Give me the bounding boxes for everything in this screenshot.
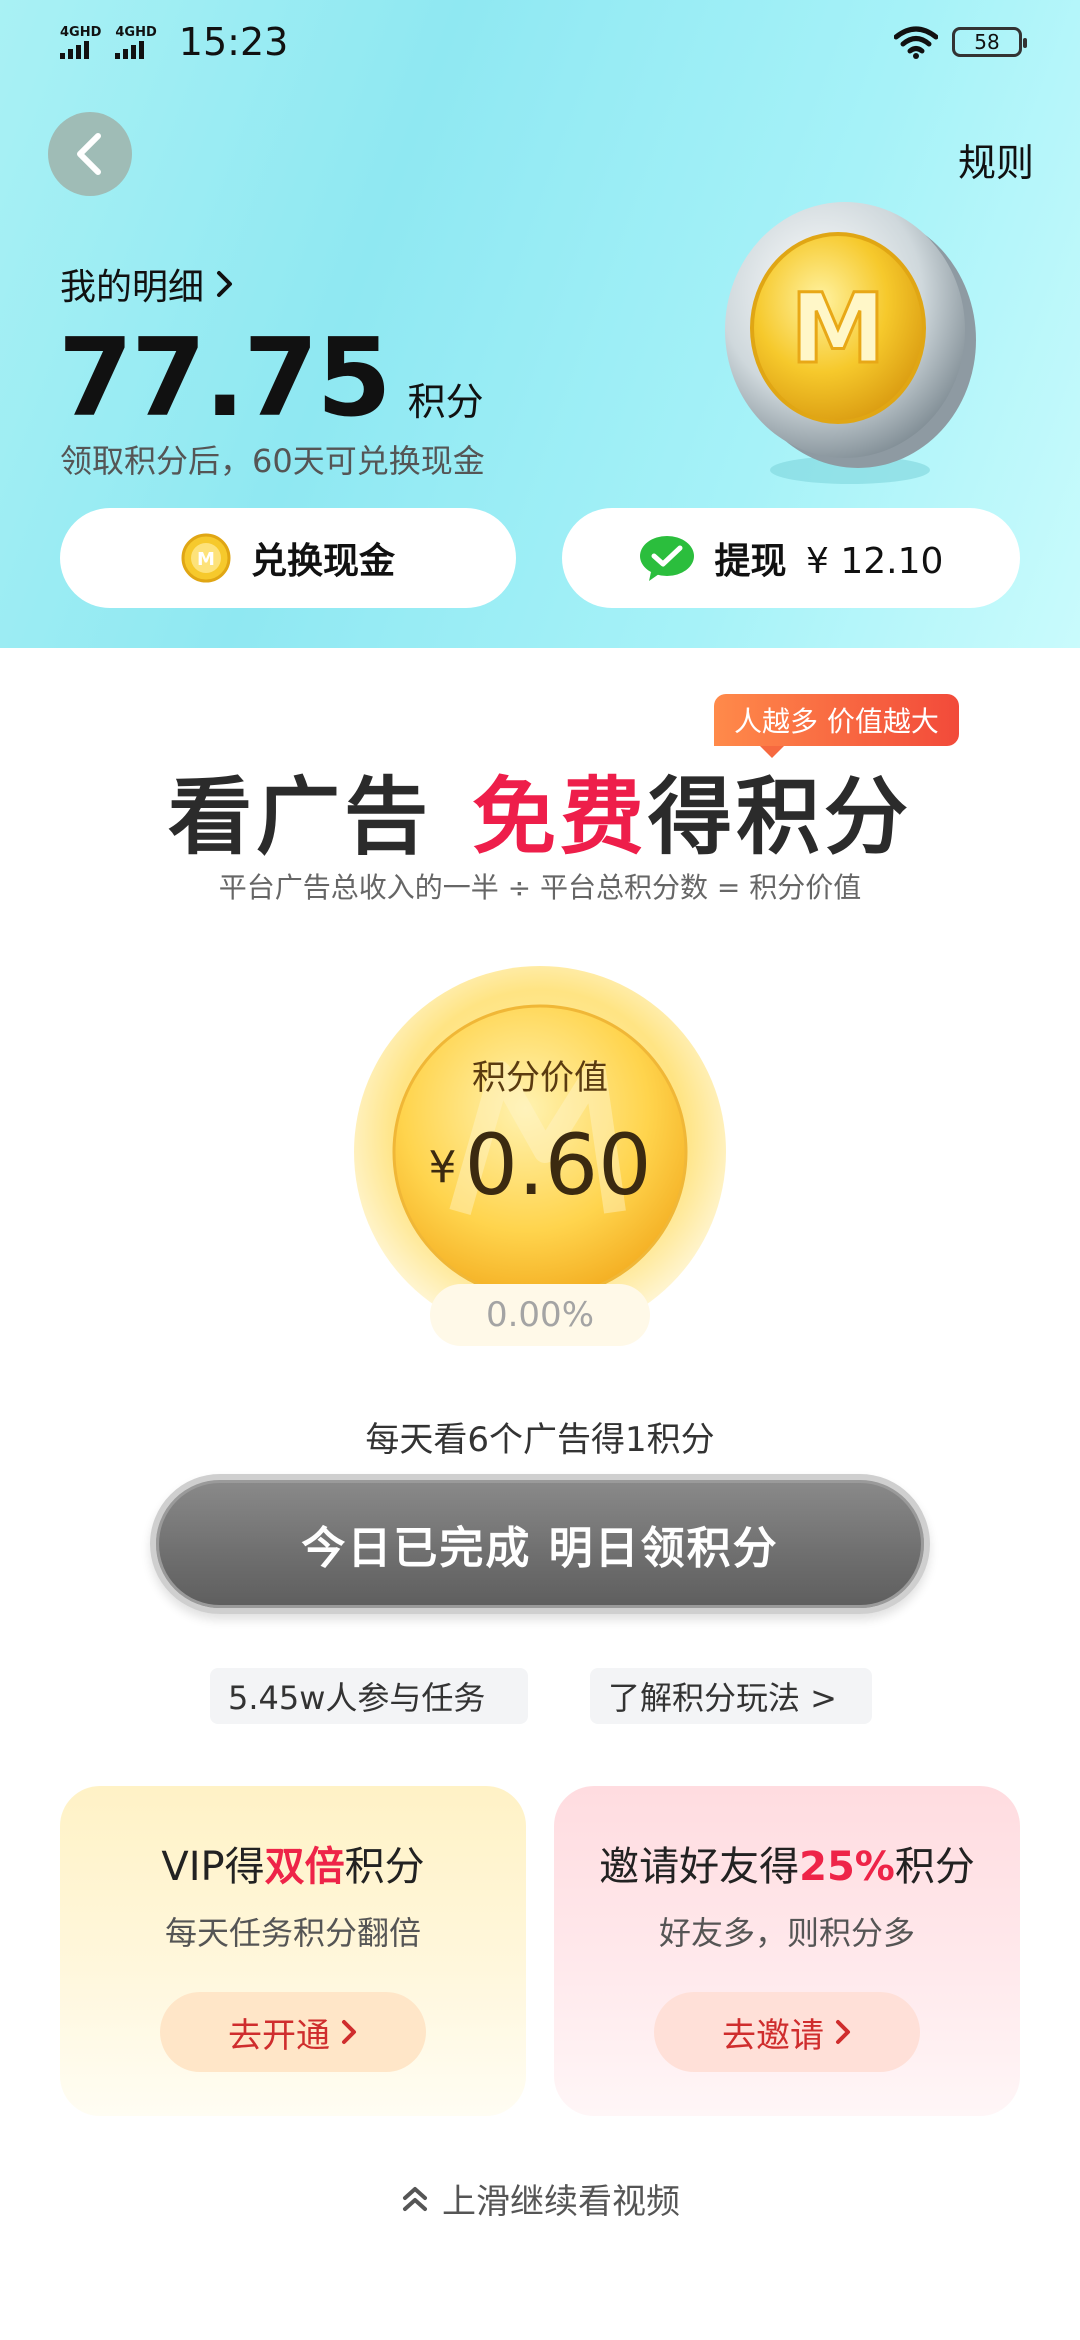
chevron-right-icon — [217, 271, 233, 297]
back-button[interactable] — [48, 112, 132, 196]
point-value-amount: ¥0.60 — [350, 1116, 730, 1214]
withdraw-amount: ¥ 12.10 — [806, 541, 944, 582]
invite-friends-button[interactable]: 去邀请 — [654, 1992, 920, 2072]
point-value-change: 0.00% — [430, 1284, 650, 1346]
invite-title-post: 积分 — [894, 1844, 975, 1890]
promo-badge: 人越多 价值越大 — [714, 694, 959, 758]
swipe-hint-label: 上滑继续看视频 — [442, 2182, 680, 2222]
invite-friends-label: 去邀请 — [722, 2015, 824, 2056]
points-note: 领取积分后，60天可兑换现金 — [60, 442, 485, 480]
invite-title-highlight: 25% — [799, 1844, 895, 1890]
svg-text:M: M — [197, 549, 215, 570]
chevron-right-icon — [836, 2020, 850, 2044]
point-value-label: 积分价值 — [472, 1058, 608, 1098]
swipe-up-hint[interactable]: 上滑继续看视频 — [0, 2174, 1080, 2223]
gold-coin-icon: M — [725, 202, 976, 484]
signal-2: 4GHD — [115, 24, 157, 59]
exchange-cash-label: 兑换现金 — [250, 541, 395, 582]
detail-link-label: 我的明细 — [60, 267, 205, 308]
participants-chip: 5.45w人参与任务 — [210, 1668, 528, 1724]
points-unit: 积分 — [407, 380, 484, 424]
battery-indicator: 58 — [952, 27, 1027, 57]
network-label: 4GHD — [60, 24, 102, 40]
status-time: 15:23 — [178, 20, 289, 64]
signal-bars-icon — [115, 40, 145, 59]
vip-title-pre: VIP得 — [161, 1844, 265, 1890]
exchange-cash-button[interactable]: M 兑换现金 — [60, 508, 516, 608]
currency-symbol: ¥ — [428, 1142, 457, 1193]
daily-rule-text: 每天看6个广告得1积分 — [365, 1420, 715, 1460]
headline-part2: 得积分 — [648, 768, 913, 866]
wifi-icon — [894, 26, 938, 59]
points-value: 77.75 — [58, 316, 392, 441]
status-bar: 4GHD 4GHD 15:23 58 — [0, 0, 1080, 84]
invite-promo-title: 邀请好友得25%积分 — [554, 1834, 1020, 1892]
chevron-right-icon — [342, 2020, 356, 2044]
vip-promo-title: VIP得双倍积分 — [60, 1834, 526, 1892]
vip-title-post: 积分 — [344, 1844, 425, 1890]
vip-title-highlight: 双倍 — [264, 1844, 345, 1890]
network-label: 4GHD — [115, 24, 157, 40]
double-chevron-up-icon — [403, 2186, 427, 2211]
headline-part1: 看广告 — [167, 768, 432, 866]
withdraw-label: 提现 — [714, 541, 787, 582]
value-formula: 平台广告总收入的一半 ÷ 平台总积分数 = 积分价值 — [218, 871, 862, 904]
vip-promo-card[interactable]: VIP得双倍积分 每天任务积分翻倍 去开通 — [60, 1786, 526, 2116]
wechat-icon — [639, 536, 694, 581]
vip-promo-subtitle: 每天任务积分翻倍 — [164, 1914, 421, 1952]
points-balance: 77.75 积分 — [58, 316, 484, 441]
invite-promo-card[interactable]: 邀请好友得25%积分 好友多，则积分多 去邀请 — [554, 1786, 1020, 2116]
my-detail-link[interactable]: 我的明细 — [60, 258, 236, 310]
activate-vip-label: 去开通 — [228, 2015, 330, 2056]
invite-promo-subtitle: 好友多，则积分多 — [658, 1914, 915, 1952]
learn-rules-link[interactable]: 了解积分玩法 > — [590, 1668, 872, 1724]
chevron-left-icon — [77, 133, 101, 175]
task-complete-button[interactable]: 今日已完成 明日领积分 — [150, 1474, 930, 1614]
point-value-number: 0.60 — [464, 1116, 652, 1214]
withdraw-text: 提现 ¥ 12.10 — [715, 532, 944, 584]
page-headline: 看广告 免费得积分 — [0, 750, 1080, 871]
rules-link[interactable]: 规则 — [958, 132, 1034, 187]
signal-1: 4GHD — [60, 26, 101, 59]
withdraw-button[interactable]: 提现 ¥ 12.10 — [562, 508, 1020, 608]
invite-title-pre: 邀请好友得 — [599, 1844, 800, 1890]
activate-vip-button[interactable]: 去开通 — [160, 1992, 426, 2072]
coin-glyph: M — [790, 273, 886, 385]
coin-icon: M — [181, 533, 231, 583]
headline-highlight: 免费 — [471, 768, 648, 866]
signal-bars-icon — [60, 40, 89, 59]
